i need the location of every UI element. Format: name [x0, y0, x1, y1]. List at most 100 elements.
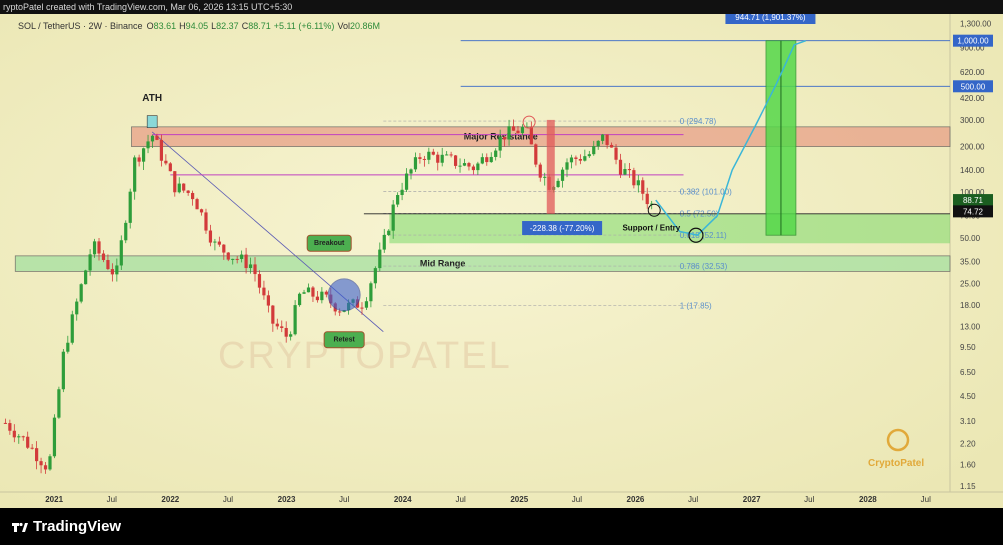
- candle-body: [458, 165, 462, 167]
- x-tick-label: Jul: [339, 495, 349, 504]
- candle-body: [75, 301, 79, 315]
- candle-body: [476, 163, 480, 171]
- candle-body: [645, 193, 649, 205]
- candle-body: [280, 326, 284, 328]
- candle-body: [409, 169, 413, 174]
- candle-body: [445, 154, 449, 156]
- candle-body: [400, 189, 404, 196]
- candle-body: [43, 465, 48, 470]
- candle-body: [92, 241, 97, 255]
- price-chart[interactable]: SOL / TetherUS · 2W · Binance O83.61 H94.0…: [0, 14, 1003, 508]
- candle-body: [520, 127, 525, 134]
- candle-body: [297, 293, 302, 306]
- tradingview-logo[interactable]: TradingView: [12, 518, 121, 535]
- candle-body: [257, 274, 262, 288]
- candle-body: [427, 151, 431, 160]
- candle-body: [208, 230, 213, 243]
- candle-body: [133, 157, 137, 192]
- candle-body: [311, 287, 315, 297]
- candle-body: [213, 241, 217, 243]
- price-tag-label: 74.72: [963, 207, 984, 216]
- candle-body: [315, 296, 320, 301]
- y-tick-label: 3.10: [960, 417, 976, 426]
- x-tick-label: 2026: [627, 495, 645, 504]
- candle-body: [137, 157, 141, 162]
- legend-close: 88.71: [248, 21, 271, 31]
- candle-body: [253, 264, 257, 275]
- candle-body: [57, 389, 61, 418]
- candle-body: [8, 423, 12, 431]
- candle-body: [168, 163, 172, 172]
- fib-level-label: 0 (294.78): [680, 117, 717, 126]
- y-tick-label: 200.00: [960, 143, 985, 152]
- y-tick-label: 13.00: [960, 322, 981, 331]
- candle-body: [413, 157, 418, 170]
- price-tag-label: 88.71: [963, 196, 984, 205]
- fib-level-label: 0.786 (32.53): [680, 262, 728, 271]
- candle-body: [84, 270, 88, 285]
- candle-body: [195, 199, 199, 210]
- x-tick-label: 2025: [510, 495, 528, 504]
- candle-body: [115, 265, 119, 275]
- candle-body: [601, 134, 605, 141]
- candle-body: [364, 301, 369, 308]
- candle-body: [186, 190, 190, 193]
- candle-body: [199, 209, 204, 213]
- candle-body: [271, 305, 275, 324]
- y-tick-label: 9.50: [960, 343, 976, 352]
- x-tick-label: Jul: [688, 495, 698, 504]
- y-tick-label: 35.00: [960, 257, 981, 266]
- candle-body: [494, 150, 498, 157]
- candle-body: [3, 422, 8, 424]
- candle-body: [605, 134, 609, 145]
- price-tag-label: 500.00: [961, 82, 986, 91]
- candle-body: [569, 157, 574, 163]
- candle-body: [578, 158, 582, 161]
- candle-body: [324, 291, 328, 295]
- candle-body: [462, 163, 467, 166]
- footer: TradingView: [0, 508, 1003, 545]
- candle-body: [159, 139, 164, 161]
- y-tick-label: 25.00: [960, 279, 981, 288]
- y-tick-label: 50.00: [960, 234, 981, 243]
- candle-body: [204, 212, 208, 231]
- drawdown-label: -228.38 (-77.20%): [530, 224, 595, 233]
- y-tick-label: 2.20: [960, 439, 976, 448]
- watermark-big-text: CRYPTOPATEL: [218, 335, 512, 377]
- candle-body: [284, 327, 288, 337]
- candle-body: [431, 151, 435, 155]
- candle-body: [574, 157, 578, 159]
- candle-body: [119, 240, 123, 266]
- candle-body: [534, 144, 538, 165]
- candle-body: [302, 292, 306, 294]
- candle-body: [39, 461, 43, 466]
- candle-body: [79, 284, 83, 302]
- retest-circle: [327, 278, 361, 312]
- price-tag-label: 1,000.00: [957, 37, 989, 46]
- zone-rect: [131, 126, 951, 147]
- candle-body: [70, 314, 74, 343]
- candle-body: [21, 436, 25, 438]
- candle-body: [511, 126, 516, 131]
- candle-body: [453, 155, 458, 166]
- candle-body: [507, 126, 511, 140]
- candle-body: [48, 456, 52, 470]
- candle-body: [177, 183, 181, 193]
- candle-body: [110, 269, 114, 275]
- candle-body: [17, 436, 21, 438]
- x-tick-label: Jul: [572, 495, 582, 504]
- candle-body: [124, 222, 128, 241]
- candle-body: [538, 164, 542, 178]
- candle-body: [436, 154, 440, 163]
- candle-body: [587, 154, 591, 157]
- x-tick-label: 2022: [161, 495, 179, 504]
- y-tick-label: 420.00: [960, 94, 985, 103]
- legend-low: 82.37: [216, 21, 239, 31]
- y-tick-label: 6.50: [960, 368, 976, 377]
- candle-body: [191, 192, 195, 200]
- breakout-label: Breakout: [314, 240, 345, 247]
- candle-body: [480, 157, 484, 164]
- candle-body: [293, 305, 297, 335]
- candle-body: [226, 252, 230, 260]
- legend-symbol: SOL / TetherUS · 2W · Binance: [18, 21, 143, 31]
